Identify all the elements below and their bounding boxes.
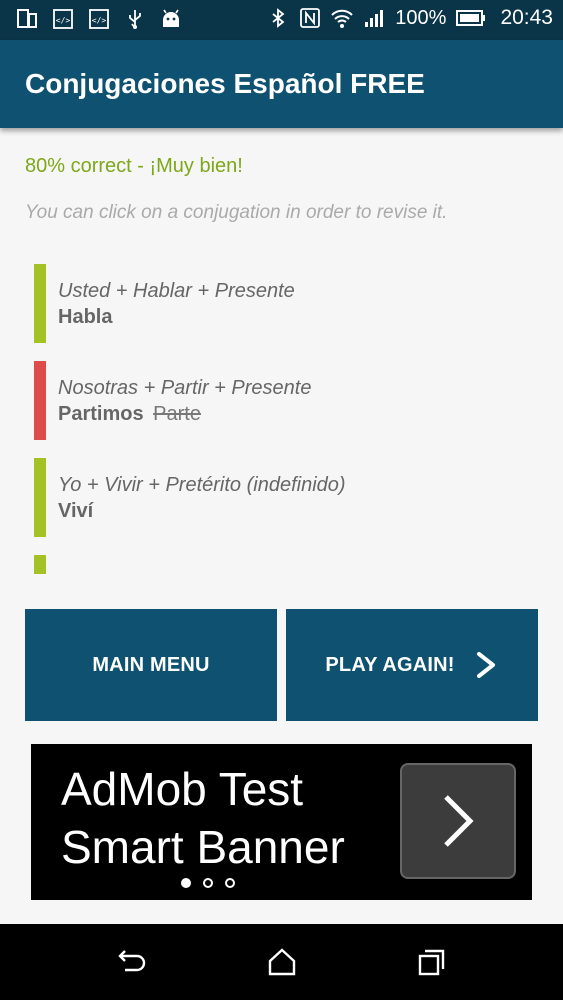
ad-arrow-button[interactable] xyxy=(400,763,516,879)
correct-indicator xyxy=(34,555,46,574)
battery-icon xyxy=(456,10,486,26)
result-question: Yo + Vivir + Pretérito (indefinido) xyxy=(58,474,346,496)
wifi-icon xyxy=(331,9,353,28)
main-menu-button[interactable]: MAIN MENU xyxy=(25,609,277,721)
hint-text: You can click on a conjugation in order … xyxy=(25,202,448,223)
correct-answer: Partimos xyxy=(58,403,144,425)
ad-banner[interactable]: AdMob Test Smart Banner xyxy=(31,744,532,900)
nfc-icon xyxy=(300,8,321,28)
code-icon: </> xyxy=(53,9,73,29)
android-icon xyxy=(163,9,179,27)
app-title: Conjugaciones Español FREE xyxy=(25,68,425,99)
play-again-button[interactable]: PLAY AGAIN! xyxy=(286,609,538,721)
result-question: Usted + Hablar + Presente xyxy=(58,280,295,302)
recents-icon[interactable] xyxy=(416,946,448,978)
status-right-icons: 100% 20:43 xyxy=(267,6,553,30)
status-bar: </> </> 100% 20:43 xyxy=(0,0,563,40)
ad-title-line1: AdMob Test xyxy=(61,763,304,815)
correct-indicator xyxy=(34,458,46,537)
wrong-answer: Parte xyxy=(153,403,201,425)
code-icon: </> xyxy=(89,9,109,29)
tablet-icon xyxy=(17,9,37,28)
signal-icon xyxy=(365,10,384,27)
result-answer: Partimos Parte xyxy=(58,403,201,426)
chevron-right-icon xyxy=(444,795,474,847)
status-left-icons: </> </> xyxy=(16,8,182,30)
chevron-right-icon xyxy=(476,652,495,678)
correct-answer: Habla xyxy=(58,306,113,328)
clock: 20:43 xyxy=(500,6,553,29)
incorrect-indicator xyxy=(34,361,46,440)
home-icon[interactable] xyxy=(266,946,298,978)
result-item[interactable]: Usted + Hablar + Presente Habla xyxy=(34,264,534,343)
battery-percent: 100% xyxy=(395,6,447,29)
pager-dot-active xyxy=(181,878,191,888)
correct-indicator xyxy=(34,264,46,343)
result-answer: Habla xyxy=(58,306,112,329)
ad-title-line2: Smart Banner xyxy=(61,821,345,873)
results-list[interactable]: Usted + Hablar + Presente Habla Nosotras… xyxy=(34,264,534,574)
score-text: 80% correct - ¡Muy bien! xyxy=(25,155,243,177)
ad-pager-dots xyxy=(181,878,235,888)
app-bar: Conjugaciones Español FREE xyxy=(0,40,563,128)
svg-text:</>: </> xyxy=(92,16,107,25)
correct-answer: Viví xyxy=(58,500,94,522)
play-again-label: PLAY AGAIN! xyxy=(325,653,455,676)
pager-dot xyxy=(203,878,213,888)
result-item[interactable]: Yo + Vivir + Pretérito (indefinido) Viví xyxy=(34,458,534,537)
main-menu-label: MAIN MENU xyxy=(92,653,210,676)
bluetooth-icon xyxy=(272,8,285,28)
result-item[interactable]: Nosotras + Partir + Presente Partimos Pa… xyxy=(34,361,534,440)
navigation-bar xyxy=(0,924,563,1000)
svg-text:</>: </> xyxy=(56,16,71,25)
result-item[interactable] xyxy=(34,555,534,574)
result-answer: Viví xyxy=(58,500,93,523)
usb-icon xyxy=(129,10,141,29)
back-icon[interactable] xyxy=(115,946,147,978)
pager-dot xyxy=(225,878,235,888)
result-question: Nosotras + Partir + Presente xyxy=(58,377,312,399)
